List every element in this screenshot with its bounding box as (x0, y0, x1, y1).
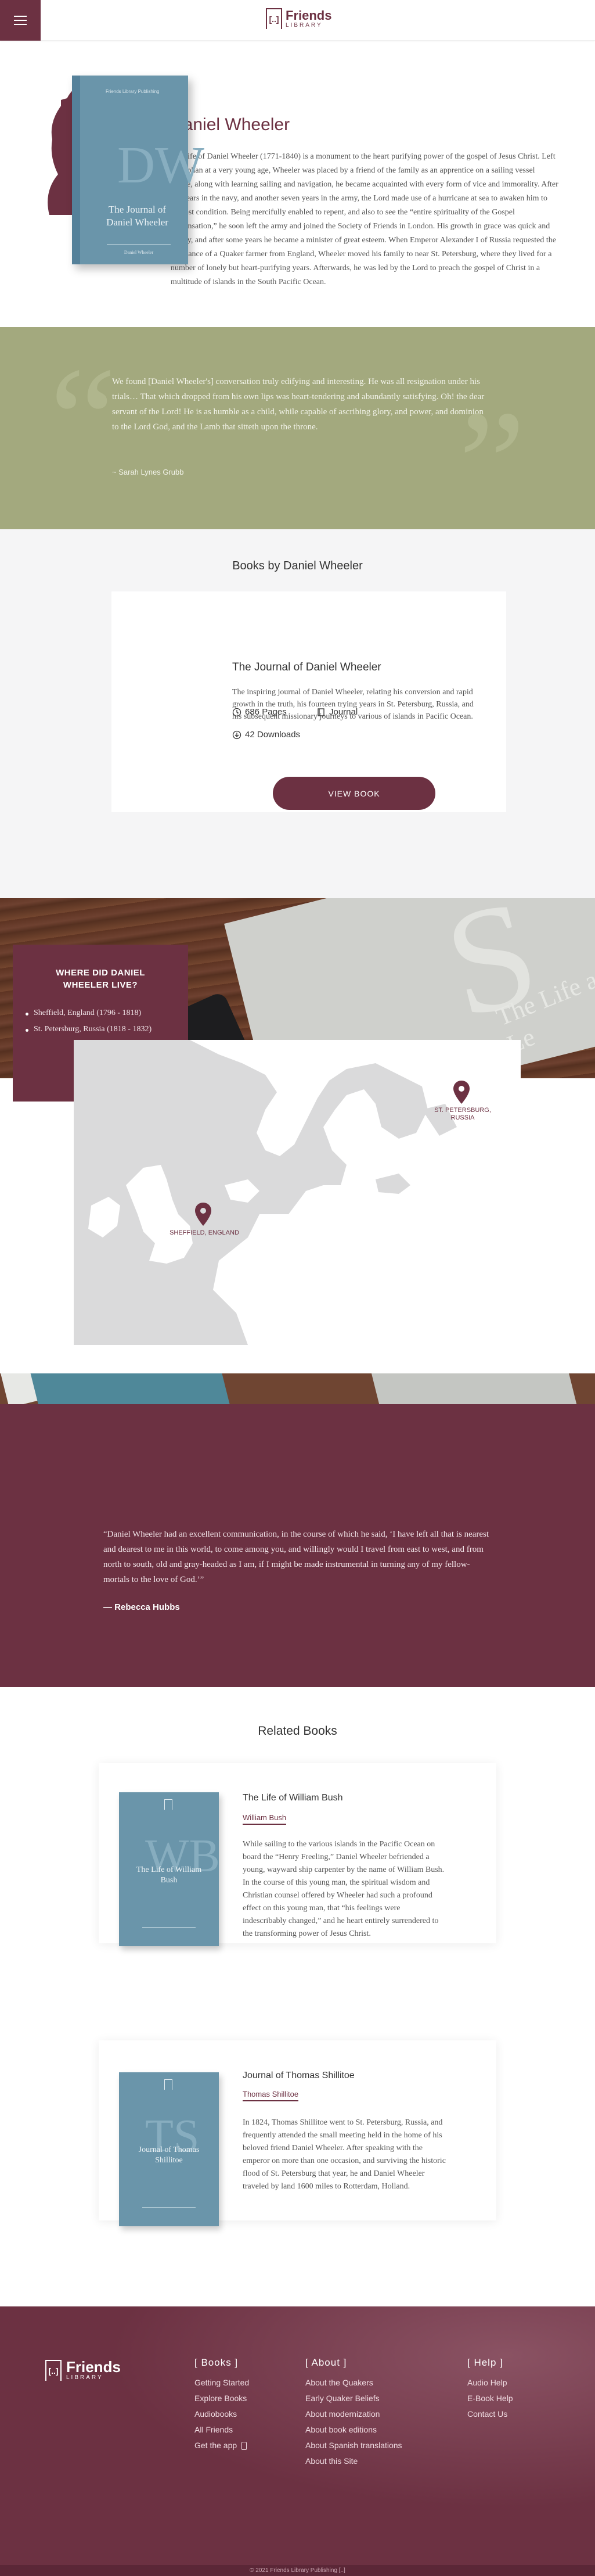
book-spine (72, 76, 80, 264)
copyright-bar: © 2021 Friends Library Publishing [..] (0, 2565, 595, 2576)
testimony-quote-citation: ~ Sarah Lynes Grubb (112, 468, 184, 476)
menu-line (14, 20, 27, 21)
cover-rule (142, 1927, 196, 1928)
related-book-cover[interactable]: WB The Life of William Bush (119, 1792, 220, 1946)
related-books-heading: Related Books (258, 1724, 337, 1738)
footer-books-heading: [ Books ] (194, 2357, 239, 2368)
books-photo-strip (0, 1373, 595, 1404)
book-title[interactable]: The Journal of Daniel Wheeler (232, 661, 381, 674)
menu-line (14, 24, 27, 25)
cover-logo-icon (164, 1799, 172, 1810)
footer-logo[interactable]: [..] Friends LIBRARY (45, 2359, 121, 2381)
top-bar: [..] Friends LIBRARY (0, 0, 595, 41)
book-format-label: Journal (329, 707, 358, 717)
book-photo-grey (369, 1373, 578, 1404)
footer-link[interactable]: About this Site (305, 2456, 402, 2466)
testimony-quote-text: We found [Daniel Wheeler's] conversation… (112, 377, 485, 432)
footer-about-heading: [ About ] (305, 2357, 347, 2368)
cover-rule (107, 244, 171, 245)
residence-list: Sheffield, England (1796 - 1818) St. Pet… (26, 1009, 152, 1041)
footer-link-get-app[interactable]: Get the app (194, 2441, 249, 2451)
map-pin-icon[interactable] (453, 1081, 470, 1104)
open-quote-icon: “ (49, 336, 117, 504)
second-quote-citation: — Rebecca Hubbs (103, 1602, 180, 1612)
download-count-label: 42 Downloads (245, 730, 301, 740)
footer-link[interactable]: Audio Help (467, 2378, 513, 2387)
footer-link[interactable]: Explore Books (194, 2394, 249, 2403)
book-icon (318, 708, 324, 716)
cover-title: The Journal of Daniel Wheeler (106, 204, 168, 228)
map-label-sheffield: SHEFFIELD, ENGLAND (170, 1229, 239, 1236)
cover-caption: Friends Library Publishing (106, 89, 160, 94)
cover-logo-icon (164, 2079, 172, 2090)
logo-mark-icon: [..] (45, 2359, 62, 2381)
page-count: 686 Pages (232, 707, 287, 717)
footer-background (0, 2306, 595, 2550)
clock-icon (232, 708, 241, 716)
page-count-label: 686 Pages (245, 707, 287, 717)
footer: [..] Friends LIBRARY [ Books ] Getting S… (0, 2306, 595, 2576)
related-book-author-link[interactable]: Thomas Shillitoe (243, 2090, 299, 2101)
where-lived-title: WHERE DID DANIEL WHEELER LIVE? (56, 968, 145, 990)
cover-author: Daniel Wheeler (124, 250, 154, 255)
footer-link[interactable]: Early Quaker Beliefs (305, 2394, 402, 2403)
author-name: Daniel Wheeler (171, 115, 290, 134)
footer-link[interactable]: Getting Started (194, 2378, 249, 2387)
footer-link[interactable]: About Spanish translations (305, 2441, 402, 2450)
phone-icon (241, 2442, 247, 2451)
logo-subword: LIBRARY (286, 21, 323, 28)
download-count: 42 Downloads (232, 730, 300, 740)
second-quote-text: “Daniel Wheeler had an excellent communi… (103, 1530, 489, 1584)
residence-map[interactable]: SHEFFIELD, ENGLAND ST. PETERSBURG, RUSSI… (74, 1040, 521, 1345)
footer-books-column: [ Books ] Getting Started Explore Books … (194, 2357, 249, 2456)
footer-link[interactable]: E-Book Help (467, 2394, 513, 2403)
footer-link[interactable]: Audiobooks (194, 2409, 249, 2419)
book-format: Journal (316, 707, 358, 717)
cover-initials: DW (117, 137, 204, 194)
related-book-description: In 1824, Thomas Shillitoe went to St. Pe… (243, 2118, 446, 2191)
footer-link[interactable]: About the Quakers (305, 2378, 402, 2387)
second-quote-band: “Daniel Wheeler had an excellent communi… (0, 1404, 595, 1687)
hamburger-menu-button[interactable] (0, 0, 41, 41)
book-photo-teal (23, 1373, 232, 1404)
view-book-button[interactable]: VIEW BOOK (273, 777, 435, 810)
footer-help-heading: [ Help ] (467, 2357, 503, 2368)
book-description: The inspiring journal of Daniel Wheeler,… (232, 688, 474, 721)
books-heading: Books by Daniel Wheeler (232, 559, 363, 572)
author-bio: The life of Daniel Wheeler (1771-1840) i… (171, 152, 558, 286)
footer-link[interactable]: All Friends (194, 2425, 249, 2434)
footer-about-column: [ About ] About the Quakers Early Quaker… (305, 2357, 402, 2472)
footer-help-column: [ Help ] Audio Help E-Book Help Contact … (467, 2357, 513, 2425)
map-pin-icon[interactable] (195, 1203, 211, 1226)
site-logo[interactable]: [..] Friends LIBRARY (266, 8, 331, 29)
logo-word: Friends (66, 2358, 121, 2376)
logo-mark-icon: [..] (266, 8, 282, 29)
related-book-title[interactable]: The Life of William Bush (243, 1793, 343, 1803)
logo-word: Friends (286, 8, 332, 23)
menu-line (14, 16, 27, 17)
map-label-st-petersburg: ST. PETERSBURG, RUSSIA (434, 1107, 491, 1121)
related-book-title[interactable]: Journal of Thomas Shillitoe (243, 2071, 355, 2081)
residence-item: St. Petersburg, Russia (1818 - 1832) (26, 1025, 152, 1034)
download-icon (232, 730, 241, 739)
related-book-author-link[interactable]: William Bush (243, 1813, 287, 1825)
residence-item: Sheffield, England (1796 - 1818) (26, 1009, 152, 1018)
footer-link[interactable]: About modernization (305, 2409, 402, 2419)
book-cover[interactable]: Friends Library Publishing DW The Journa… (72, 76, 204, 264)
related-book-description: While sailing to the various islands in … (243, 1840, 445, 1938)
related-book-cover[interactable]: TS Journal of Thomas Shillitoe (119, 2072, 219, 2226)
footer-link[interactable]: Contact Us (467, 2409, 513, 2419)
footer-link[interactable]: About book editions (305, 2425, 402, 2434)
cover-title: The Life of William Bush (136, 1865, 202, 1885)
testimony-quote-band: “ ” We found [Daniel Wheeler's] conversa… (0, 327, 595, 539)
get-app-label: Get the app (194, 2441, 237, 2450)
cover-title: Journal of Thomas Shillitoe (138, 2146, 200, 2165)
cover-rule (142, 2207, 196, 2208)
